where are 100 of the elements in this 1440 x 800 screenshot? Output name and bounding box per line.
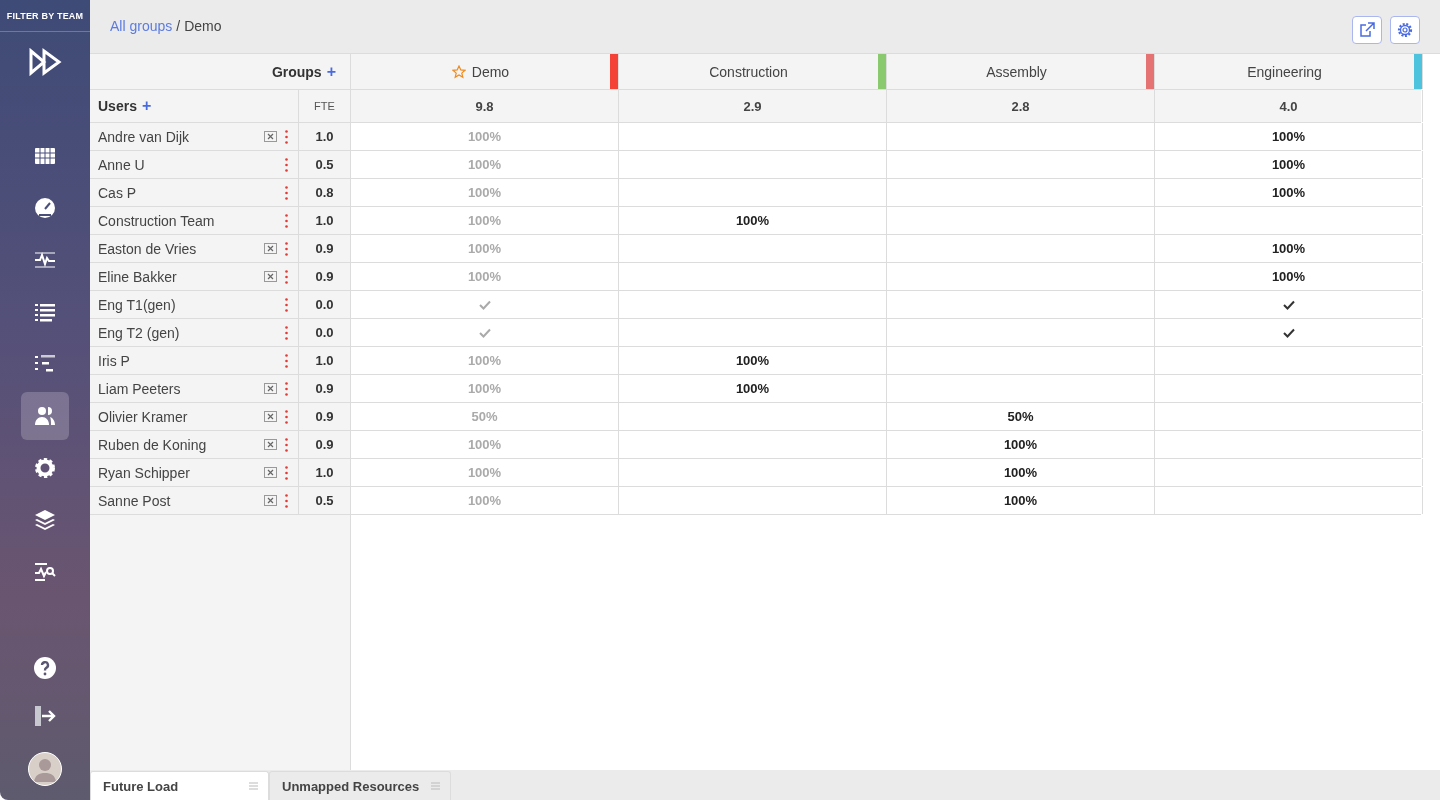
fte-value: 0.9: [315, 381, 334, 396]
user-name[interactable]: Eng T2 (gen): [98, 324, 285, 341]
check-icon: [1282, 327, 1295, 338]
group-fte-total: 9.8: [474, 98, 495, 114]
group-name[interactable]: Engineering: [1247, 63, 1322, 80]
remove-icon[interactable]: [264, 271, 277, 282]
help-icon[interactable]: [33, 656, 57, 680]
more-options-icon[interactable]: [285, 241, 288, 256]
more-options-icon[interactable]: [285, 409, 288, 424]
allocation-value: 100%: [467, 353, 502, 368]
group-name[interactable]: Construction: [709, 63, 788, 80]
allocation-value: 100%: [467, 213, 502, 228]
avatar-icon[interactable]: [28, 752, 62, 786]
fte-value: 0.9: [315, 241, 334, 256]
user-name[interactable]: Andre van Dijk: [98, 128, 264, 145]
allocation-value: 100%: [1003, 437, 1038, 452]
allocation-value: 100%: [735, 381, 770, 396]
more-options-icon[interactable]: [285, 493, 288, 508]
check-icon: [478, 327, 491, 338]
more-options-icon[interactable]: [285, 269, 288, 284]
add-group-button[interactable]: +: [326, 62, 336, 81]
group-name[interactable]: Demo: [471, 63, 510, 80]
remove-icon[interactable]: [264, 439, 277, 450]
fte-value: 0.0: [315, 325, 334, 340]
allocation-value: 50%: [1007, 409, 1034, 424]
user-name[interactable]: Olivier Kramer: [98, 408, 264, 425]
allocation-value: 100%: [467, 185, 502, 200]
user-name[interactable]: Liam Peeters: [98, 380, 264, 397]
allocation-value: 100%: [735, 353, 770, 368]
fte-value: 0.0: [315, 297, 334, 312]
more-options-icon[interactable]: [285, 213, 288, 228]
more-options-icon[interactable]: [285, 437, 288, 452]
more-options-icon[interactable]: [285, 325, 288, 340]
check-icon: [1282, 299, 1295, 310]
allocation-value: 100%: [467, 269, 502, 284]
allocation-value: 100%: [467, 129, 502, 144]
settings-icon: [33, 456, 57, 480]
more-options-icon[interactable]: [285, 465, 288, 480]
more-options-icon[interactable]: [285, 297, 288, 312]
speedometer-icon: [33, 196, 57, 220]
sheet-tab[interactable]: Future Load: [90, 771, 269, 800]
breadcrumb-separator: /: [176, 18, 181, 34]
user-name[interactable]: Easton de Vries: [98, 240, 264, 257]
export-icon: [1358, 21, 1376, 39]
allocation-value: 100%: [735, 213, 770, 228]
allocation-value: 100%: [1003, 493, 1038, 508]
remove-icon[interactable]: [264, 383, 277, 394]
fte-value: 1.0: [315, 465, 334, 480]
group-fte-total: 2.8: [1010, 98, 1031, 114]
allocation-value: 100%: [1271, 269, 1306, 284]
sheet-tab[interactable]: Unmapped Resources: [269, 771, 452, 800]
remove-icon[interactable]: [264, 495, 277, 506]
user-name[interactable]: Eng T1(gen): [98, 296, 285, 313]
allocation-value: 100%: [467, 381, 502, 396]
logout-icon[interactable]: [33, 704, 57, 728]
more-options-icon[interactable]: [285, 129, 288, 144]
remove-icon[interactable]: [264, 131, 277, 142]
allocation-value: 100%: [1271, 185, 1306, 200]
user-name[interactable]: Ruben de Koning: [98, 436, 264, 453]
allocation-value: 100%: [1271, 157, 1306, 172]
fte-value: 0.5: [315, 157, 334, 172]
group-name[interactable]: Assembly: [986, 63, 1047, 80]
allocation-value: 100%: [467, 465, 502, 480]
check-icon: [478, 299, 491, 310]
users-label: Users: [98, 98, 137, 114]
add-user-button[interactable]: +: [141, 97, 152, 115]
fast-forward-logo-icon[interactable]: [28, 48, 62, 76]
user-name[interactable]: Iris P: [98, 352, 285, 369]
fte-header: FTE: [314, 100, 335, 112]
user-name[interactable]: Sanne Post: [98, 492, 264, 509]
allocation-value: 100%: [467, 493, 502, 508]
user-name[interactable]: Cas P: [98, 184, 285, 201]
settings-button[interactable]: [1390, 16, 1420, 44]
allocation-value: 100%: [1003, 465, 1038, 480]
allocation-value: 100%: [1271, 129, 1306, 144]
nav-button[interactable]: [21, 392, 69, 440]
fte-value: 0.9: [315, 409, 334, 424]
users-icon: [33, 404, 57, 428]
remove-icon[interactable]: [264, 411, 277, 422]
star-icon[interactable]: [451, 64, 466, 79]
user-name[interactable]: Eline Bakker: [98, 268, 264, 285]
fte-value: 1.0: [315, 213, 334, 228]
more-options-icon[interactable]: [285, 185, 288, 200]
fte-value: 0.5: [315, 493, 334, 508]
user-name[interactable]: Construction Team: [98, 212, 285, 229]
fte-value: 0.9: [315, 437, 334, 452]
more-options-icon[interactable]: [285, 353, 288, 368]
export-button[interactable]: [1352, 16, 1382, 44]
allocation-value: 100%: [467, 157, 502, 172]
allocation-value: 100%: [467, 437, 502, 452]
remove-icon[interactable]: [264, 243, 277, 254]
groups-label: Groups: [271, 63, 322, 80]
user-name[interactable]: Anne U: [98, 156, 285, 173]
fte-value: 1.0: [315, 129, 334, 144]
settings-icon: [1396, 21, 1414, 39]
allocation-value: 50%: [471, 409, 498, 424]
user-name[interactable]: Ryan Schipper: [98, 464, 264, 481]
more-options-icon[interactable]: [285, 381, 288, 396]
more-options-icon[interactable]: [285, 157, 288, 172]
remove-icon[interactable]: [264, 467, 277, 478]
